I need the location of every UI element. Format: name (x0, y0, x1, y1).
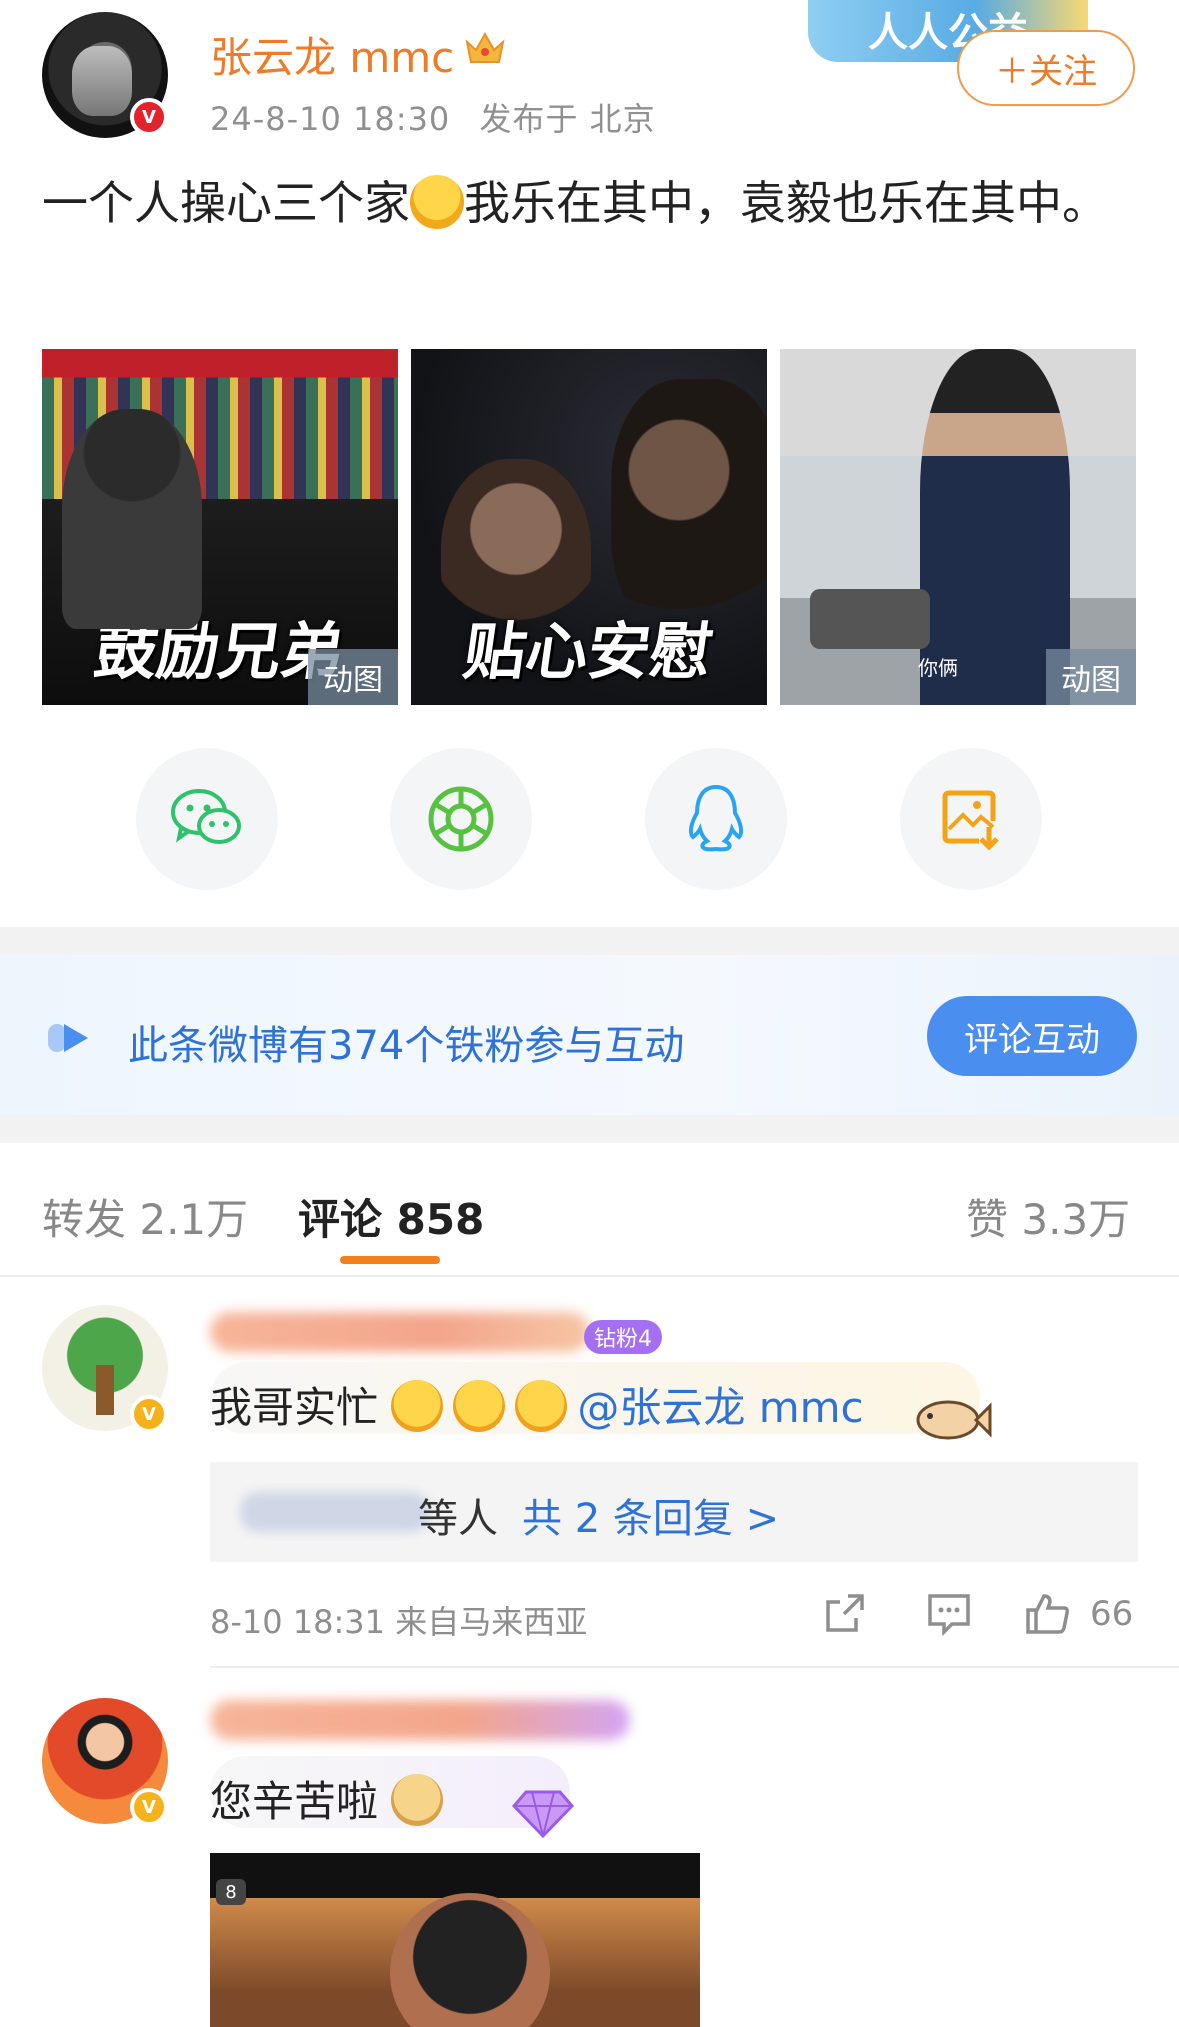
comment-body: 我哥实忙 (210, 1383, 379, 1432)
qq-icon (688, 784, 744, 852)
tab-active-indicator (340, 1256, 440, 1264)
crown-icon (465, 31, 505, 63)
play-arrows-icon (48, 1024, 88, 1052)
fans-interaction-text: 此条微博有374个铁粉参与互动 (128, 1023, 685, 1069)
post-datetime: 24-8-10 18:30 (210, 100, 451, 138)
author-name[interactable]: 张云龙 mmc (210, 24, 454, 85)
image-badge: 8 (216, 1879, 246, 1905)
share-icon[interactable] (822, 1590, 868, 1636)
comment-meta: 8-10 18:31 来自马来西亚 (210, 1603, 588, 1641)
share-moments-button[interactable] (390, 748, 532, 890)
post-image-1[interactable]: 鼓励兄弟 动图 (42, 349, 398, 705)
gif-badge: 动图 (1046, 649, 1136, 705)
divider (210, 1666, 1179, 1668)
tab-likes[interactable]: 赞 3.3万 (966, 1186, 1130, 1247)
comment-image[interactable]: 8 (210, 1853, 700, 2027)
image-caption: 贴心安慰 (459, 615, 718, 688)
comment-interact-button[interactable]: 评论互动 (927, 996, 1137, 1076)
like-icon[interactable] (1024, 1590, 1070, 1636)
section-gap (0, 1115, 1179, 1143)
post-text-part2: 我乐在其中，袁毅也乐在其中。 (464, 176, 1108, 230)
verified-icon: V (130, 1395, 168, 1433)
commenter-name-blurred[interactable] (210, 1700, 630, 1740)
hug-emoji-icon (410, 175, 464, 229)
image-subtitle: 你俩 (918, 656, 958, 680)
divider (0, 1275, 1179, 1277)
moments-icon (428, 786, 494, 852)
post-image-3[interactable]: 你俩 动图 (780, 349, 1136, 705)
save-image-button[interactable] (900, 748, 1042, 890)
fish-decoration-icon (916, 1400, 992, 1440)
comment-text: 您辛苦啦 (210, 1768, 453, 1829)
laugh-cry-emoji-icon (391, 1380, 444, 1432)
reply-suffix: 等人 (418, 1496, 498, 1542)
wechat-icon (171, 789, 241, 844)
tab-repost[interactable]: 转发 2.1万 (42, 1186, 248, 1247)
doge-emoji-icon (391, 1774, 444, 1826)
fan-level-badge: 钻粉4 (584, 1320, 662, 1354)
section-gap (0, 927, 1179, 955)
post-meta: 24-8-10 18:30 发布于 北京 (210, 94, 656, 140)
verified-icon: V (130, 1788, 168, 1826)
post-text-part1: 一个人操心三个家 (42, 176, 410, 230)
gif-badge: 动图 (308, 649, 398, 705)
like-count: 66 (1090, 1594, 1134, 1634)
reply-count-link[interactable]: 共 2 条回复 > (522, 1486, 779, 1544)
mention-link[interactable]: @张云龙 mmc (577, 1383, 863, 1432)
post-image-2[interactable]: 贴心安慰 (411, 349, 767, 705)
post-text: 一个人操心三个家 我乐在其中，袁毅也乐在其中。 (42, 168, 1142, 238)
share-wechat-button[interactable] (136, 748, 278, 890)
comment-icon[interactable] (926, 1590, 972, 1636)
save-image-icon (942, 790, 999, 851)
verified-icon: V (130, 98, 168, 136)
commenter-name-blurred[interactable] (210, 1312, 590, 1352)
follow-button[interactable]: ＋关注 (957, 30, 1135, 106)
comment-text: 我哥实忙 @张云龙 mmc (210, 1374, 864, 1435)
post-location: 发布于 北京 (479, 100, 656, 138)
diamond-decoration-icon (511, 1790, 575, 1839)
reply-names-blurred (240, 1492, 430, 1532)
share-qq-button[interactable] (645, 748, 787, 890)
laugh-cry-emoji-icon (453, 1380, 506, 1432)
comment-body: 您辛苦啦 (210, 1777, 379, 1826)
tab-comments[interactable]: 评论 858 (298, 1186, 484, 1247)
laugh-cry-emoji-icon (515, 1380, 568, 1432)
